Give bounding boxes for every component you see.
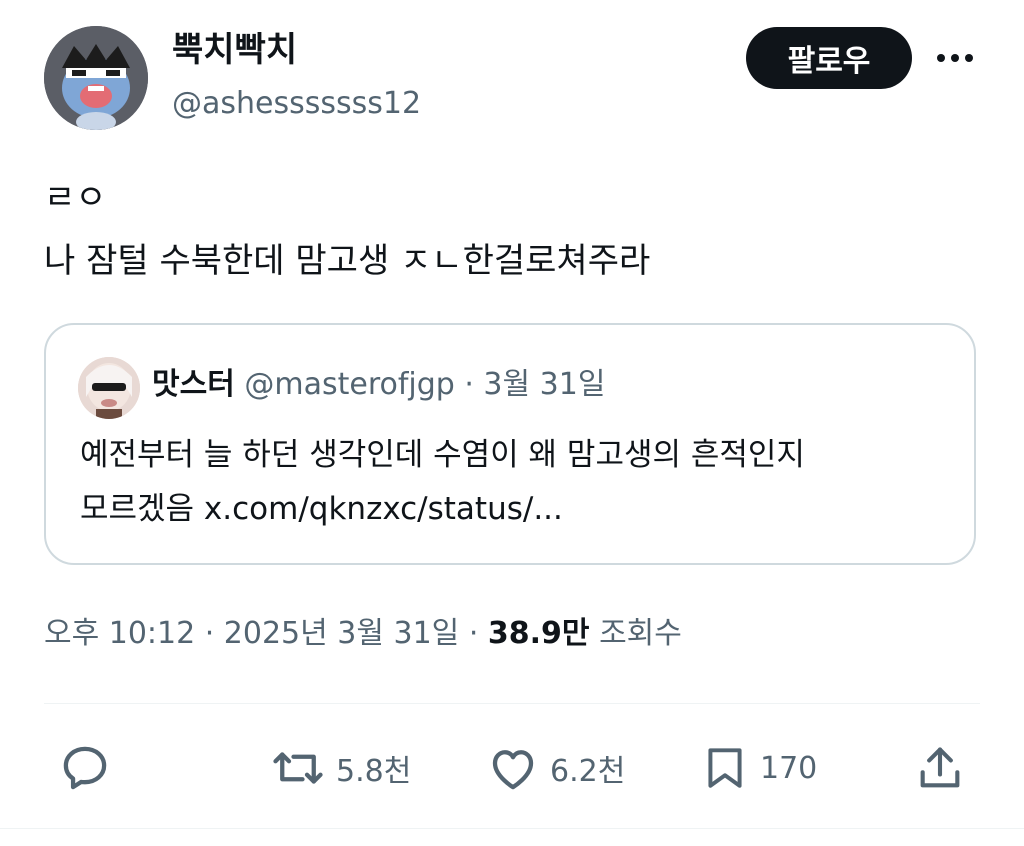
- retweet-button[interactable]: 5.8천: [270, 740, 411, 796]
- cartoon-avatar-icon: [44, 26, 148, 130]
- views-count: 38.9만: [487, 616, 590, 651]
- more-dot: [951, 54, 959, 62]
- quoted-text-line-2[interactable]: 모르겠음 x.com/qknzxc/status/...: [80, 487, 563, 531]
- tweet-timestamp: 오후 10:12 · 2025년 3월 31일 · 38.9만 조회수: [44, 612, 682, 656]
- author-handle[interactable]: @ashesssssss12: [172, 84, 421, 124]
- like-button[interactable]: 6.2천: [486, 740, 625, 796]
- author-display-name[interactable]: 뿍치빡치: [172, 28, 297, 72]
- bookmark-icon: [708, 748, 742, 788]
- share-button[interactable]: [914, 740, 966, 796]
- more-dot: [965, 54, 973, 62]
- quoted-author-meta: @masterofjgp · 3월 31일: [244, 367, 606, 402]
- retweet-count: 5.8천: [336, 754, 412, 789]
- follow-button[interactable]: 팔로우: [746, 27, 912, 89]
- quoted-author-name[interactable]: 맛스터: [152, 367, 235, 402]
- tweet-text-line-1: ㄹㅇ: [44, 178, 107, 218]
- anime-avatar-icon: [78, 357, 140, 419]
- quoted-tweet-header: 맛스터 @masterofjgp · 3월 31일: [152, 364, 605, 406]
- views-label: 조회수: [599, 616, 682, 651]
- like-count: 6.2천: [550, 754, 626, 789]
- more-options-icon[interactable]: [930, 40, 980, 76]
- reply-button[interactable]: [58, 740, 112, 796]
- bottom-divider: [0, 828, 1024, 829]
- bookmark-count: 170: [760, 750, 818, 786]
- retweet-icon: [273, 752, 323, 784]
- tweet-text-line-2: 나 잠털 수북한데 맘고생 ㅈㄴ한걸로쳐주라: [44, 241, 651, 281]
- quoted-text-line-1: 예전부터 늘 하던 생각인데 수염이 왜 맘고생의 흔적인지: [80, 437, 805, 473]
- bookmark-button[interactable]: 170: [700, 740, 817, 796]
- more-dot: [937, 54, 945, 62]
- timestamp-time[interactable]: 오후 10:12 · 2025년 3월 31일 ·: [44, 616, 478, 651]
- heart-icon: [492, 750, 534, 790]
- quoted-author-avatar[interactable]: [78, 357, 140, 419]
- speech-bubble-icon: [63, 746, 107, 790]
- share-upload-icon: [920, 747, 960, 788]
- divider: [44, 703, 980, 704]
- author-avatar[interactable]: [44, 26, 148, 130]
